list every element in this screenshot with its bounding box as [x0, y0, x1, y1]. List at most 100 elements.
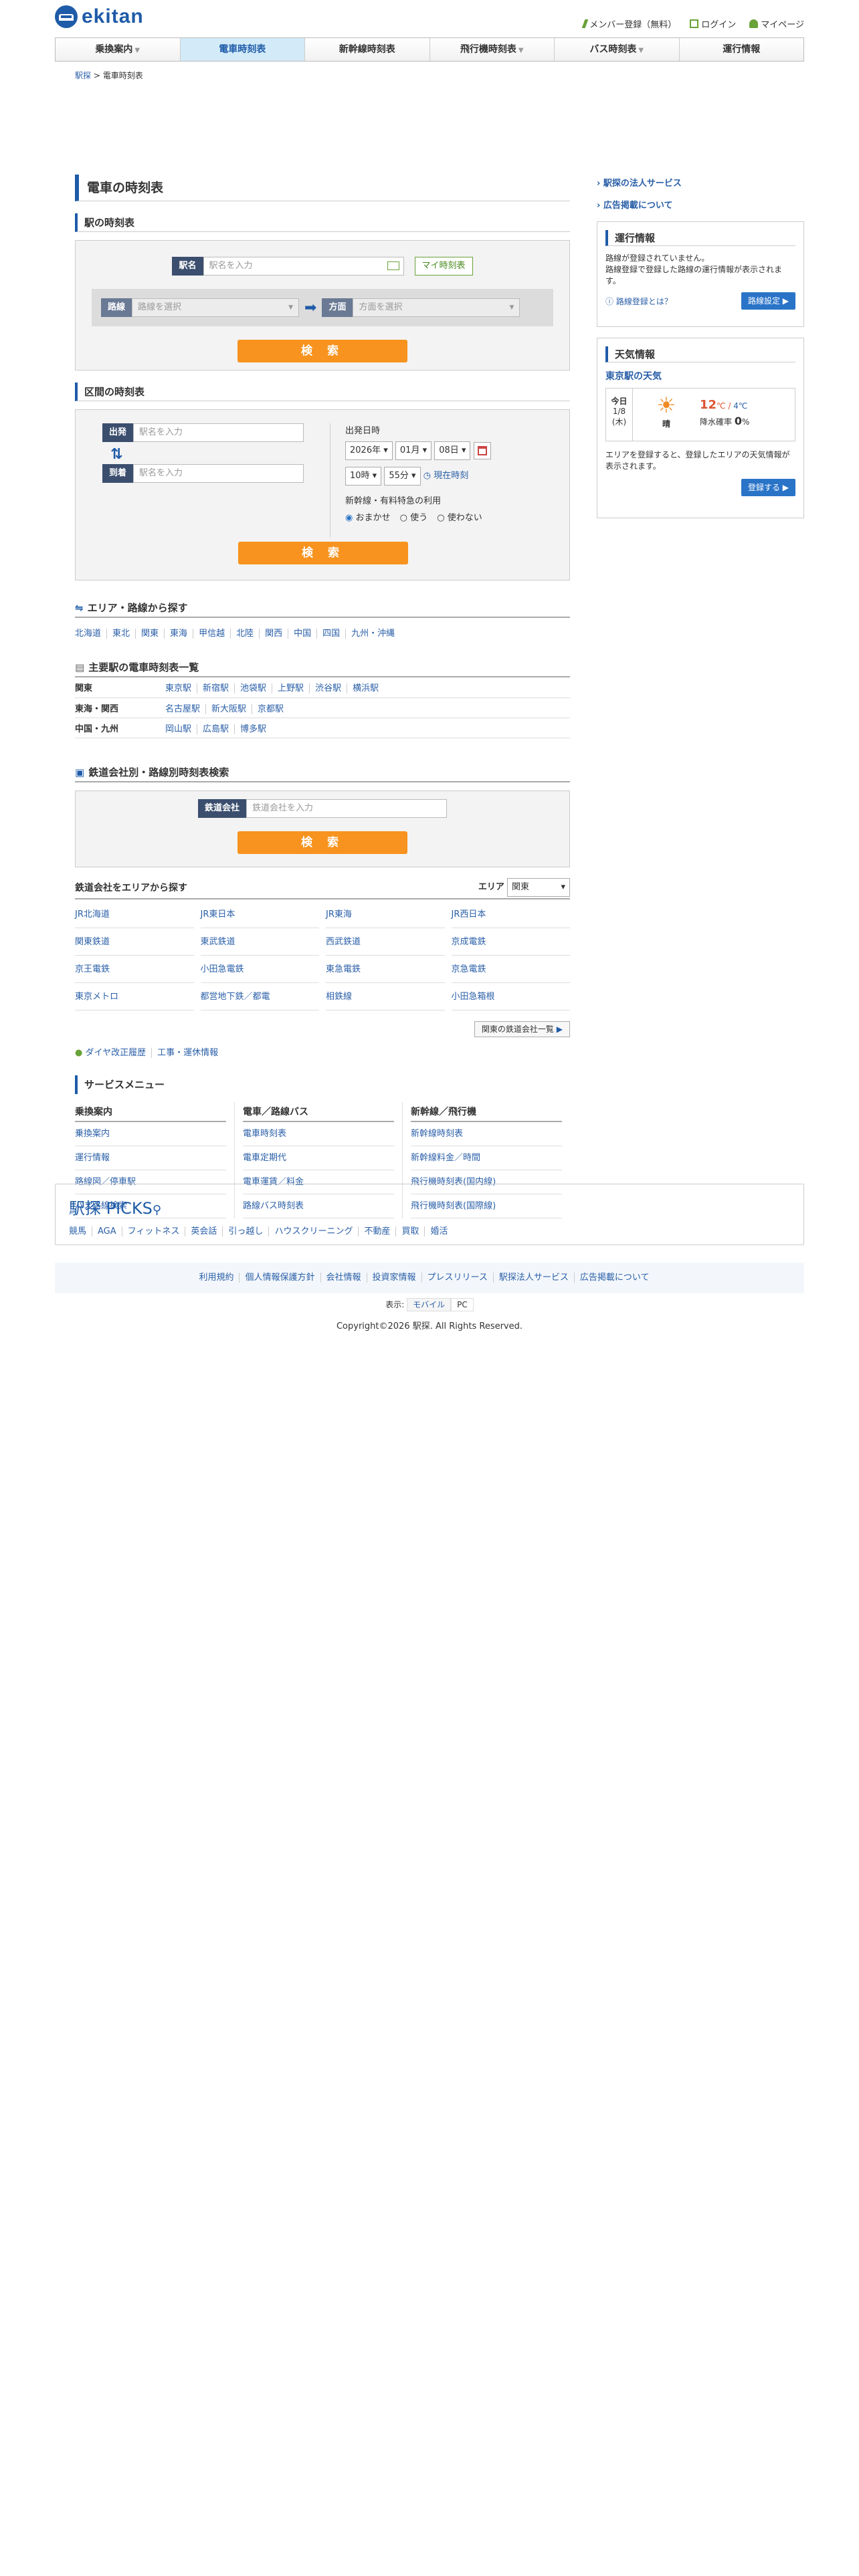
construction-link[interactable]: 工事・運休情報	[157, 1048, 223, 1058]
train-logo-icon	[55, 5, 78, 28]
area-link[interactable]: 東北	[112, 629, 136, 639]
side-links: › 駅探の法人サービス › 広告掲載について	[597, 176, 804, 211]
company-link: 小田急箱根	[451, 983, 570, 1010]
pc-link[interactable]: PC	[451, 1298, 474, 1311]
day-select[interactable]: 08日 ▾	[434, 441, 471, 460]
login-link[interactable]: ログイン	[690, 17, 736, 30]
company-link: 相鉄線	[326, 983, 445, 1010]
ad-link[interactable]: › 広告掲載について	[597, 201, 673, 211]
radio-not-use[interactable]: ○ 使わない	[437, 513, 482, 523]
corporate-service-link[interactable]: › 駅探の法人サービス	[597, 179, 682, 189]
route-setting-button[interactable]: 路線設定 ▶	[741, 292, 795, 310]
company-links: ● ダイヤ改正履歴 工事・運休情報	[75, 1045, 570, 1058]
area-link[interactable]: 北海道	[75, 629, 108, 639]
nav-operation-info[interactable]: 運行情報	[679, 38, 803, 61]
area-links: 北海道 東北 関東 東海 甲信越 北陸 関西 中国 四国 九州・沖縄	[75, 626, 570, 639]
station-section-heading: 駅の時刻表	[75, 213, 570, 232]
company-list-button[interactable]: 関東の鉄道会社一覧 ▶	[474, 1021, 570, 1037]
mypage-link[interactable]: マイページ	[749, 17, 804, 30]
mobile-link[interactable]: モバイル	[407, 1298, 452, 1311]
nav-flight[interactable]: 飛行機時刻表 ▼	[430, 38, 555, 61]
table-row: 関東 東京駅 新宿駅 池袋駅 上野駅 渋谷駅 横浜駅	[75, 677, 570, 698]
clock-icon: ◷	[423, 471, 432, 481]
question-icon: ⓘ	[605, 296, 614, 306]
station-search-button[interactable]: 検 索	[237, 340, 407, 362]
direction-select[interactable]: 方面を選択 ▼	[353, 298, 520, 317]
area-link[interactable]: 甲信越	[199, 629, 231, 639]
area-link[interactable]: 東海	[170, 629, 194, 639]
company-grid: JR北海道 JR東日本 JR東海 JR西日本 関東鉄道 東武鉄道 西武鉄道 京成電鉄 京王電…	[75, 901, 570, 1010]
line-select[interactable]: 路線を選択 ▼	[132, 298, 300, 317]
header: ekitan メンバー登録（無料） ログイン マイページ	[55, 0, 804, 35]
company-link: JR東海	[326, 901, 445, 928]
member-register-link[interactable]: メンバー登録（無料）	[581, 17, 676, 30]
nav-shinkansen[interactable]: 新幹線時刻表	[305, 38, 430, 61]
service-heading: サービスメニュー	[75, 1075, 570, 1094]
table-row: 東海・関西 名古屋駅 新大阪駅 京都駅	[75, 697, 570, 718]
station-label: 駅名	[172, 257, 203, 276]
station-input[interactable]: 駅名を入力	[203, 257, 404, 276]
area-link[interactable]: 四国	[322, 629, 347, 639]
arrow-right-icon: ➡	[304, 299, 317, 316]
breadcrumb: 駅探 > 電車時刻表	[75, 71, 143, 80]
year-select[interactable]: 2026年 ▾	[345, 441, 393, 460]
nav-bus[interactable]: バス時刻表 ▼	[555, 38, 680, 61]
area-select[interactable]: 関東 ▾	[507, 877, 570, 897]
company-link: JR西日本	[451, 901, 570, 928]
minute-select[interactable]: 55分 ▾	[384, 467, 421, 486]
dia-history-link[interactable]: ● ダイヤ改正履歴	[75, 1047, 153, 1058]
pencil-icon	[581, 19, 589, 28]
weather-register-button[interactable]: 登録する ▶	[741, 479, 795, 496]
company-link: 西武鉄道	[326, 928, 445, 956]
route-help-link[interactable]: ⓘ 路線登録とは？	[605, 296, 672, 307]
company-link: JR東日本	[200, 901, 319, 928]
picks-logo: 駅探 PICKS⚲	[69, 1199, 162, 1218]
radio-auto[interactable]: ◉ おまかせ	[345, 513, 391, 523]
footer-links: 利用規約 個人情報保護方針 会社情報 投資家情報 プレスリリース 駅探法人サービス 広告掲載…	[55, 1263, 804, 1293]
area-link[interactable]: 中国	[294, 629, 318, 639]
keyboard-icon[interactable]	[387, 261, 399, 270]
operation-info-box: 運行情報 路線が登録されていません。 路線登録で登録した路線の運行情報が表示されま…	[597, 221, 804, 327]
to-station-input[interactable]: 駅名を入力	[133, 464, 304, 483]
map-icon: ⇋	[75, 602, 84, 614]
train-icon: ▣	[75, 766, 85, 778]
company-link: 都営地下鉄／都電	[200, 983, 319, 1010]
hour-select[interactable]: 10時 ▾	[345, 467, 382, 486]
area-link[interactable]: 九州・沖縄	[351, 629, 400, 639]
magnifier-icon: ⚲	[152, 1203, 162, 1217]
breadcrumb-home[interactable]: 駅探	[75, 71, 91, 80]
nav-train-timetable[interactable]: 電車時刻表	[180, 38, 305, 61]
section-search-button[interactable]: 検 索	[238, 542, 408, 564]
my-timetable-button[interactable]: マイ時刻表	[414, 257, 473, 276]
logo[interactable]: ekitan	[55, 5, 144, 28]
month-select[interactable]: 01月 ▾	[395, 441, 432, 460]
company-link: 東武鉄道	[200, 928, 319, 956]
caret-down-icon: ▼	[638, 47, 644, 54]
company-link: 東急電鉄	[326, 956, 445, 983]
section-search-box: 出発 駅名を入力 ⇅ 到着 駅名を入力 出発日時 2026年 ▾ 01月 ▾ 08日…	[75, 409, 570, 580]
caret-down-icon: ▼	[518, 47, 524, 54]
company-input[interactable]: 鉄道会社を入力	[246, 798, 447, 818]
weather-station: 東京駅の天気	[605, 371, 662, 382]
area-link[interactable]: 北陸	[236, 629, 260, 639]
company-heading: ▣ 鉄道会社別・路線別時刻表検索	[75, 764, 570, 782]
table-row: 中国・九州 岡山駅 広島駅 博多駅	[75, 718, 570, 738]
now-time-link[interactable]: ◷ 現在時刻	[423, 471, 469, 481]
timetable-icon: ▤	[75, 661, 85, 673]
weather-box: 天気情報 東京駅の天気 今日 1/8 (木) ☀ 晴 12℃ / 4℃ 降水確率 0% …	[597, 338, 804, 518]
company-search-button[interactable]: 検 索	[237, 831, 407, 854]
area-link[interactable]: 関西	[265, 629, 289, 639]
swap-icon[interactable]: ⇅	[110, 446, 330, 463]
company-link: 京急電鉄	[451, 956, 570, 983]
caret-down-icon: ▼	[134, 47, 140, 54]
area-link[interactable]: 関東	[141, 629, 165, 639]
calendar-icon[interactable]	[473, 441, 491, 459]
station-search-box: 駅名 駅名を入力 マイ時刻表 路線 路線を選択 ▼ ➡ 方面 方面を選択 ▼ 検 索	[75, 240, 570, 370]
copyright: Copyright©2026 駅探. All Rights Reserved.	[336, 1321, 523, 1331]
display-switch: 表示: モバイル PC	[0, 1298, 859, 1311]
from-station-input[interactable]: 駅名を入力	[133, 423, 304, 442]
company-link: 東京メトロ	[75, 983, 194, 1010]
major-heading: ▤ 主要駅の電車時刻表一覧	[75, 659, 570, 677]
nav-transfer[interactable]: 乗換案内 ▼	[56, 38, 181, 61]
radio-use[interactable]: ○ 使う	[400, 513, 428, 523]
